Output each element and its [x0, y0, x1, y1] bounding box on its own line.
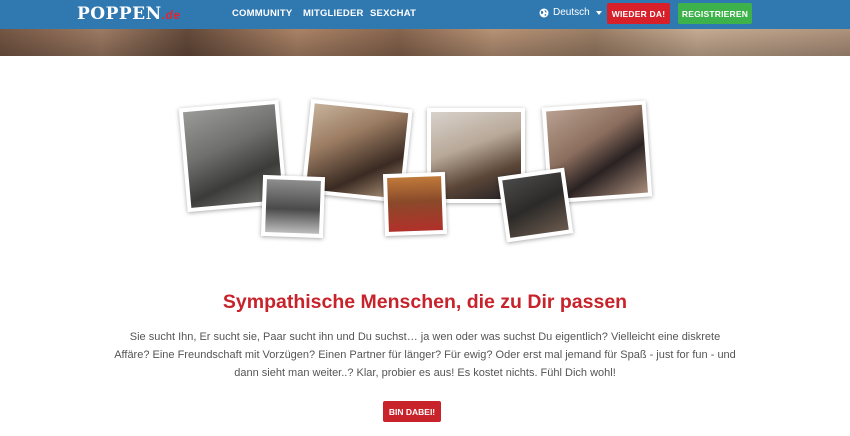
member-photo [260, 174, 326, 239]
page-title: Sympathische Menschen, die zu Dir passen [222, 291, 628, 313]
login-button[interactable]: WIEDER DA! [607, 3, 670, 24]
language-selector[interactable]: Deutsch [539, 7, 602, 19]
logo[interactable]: POPPEN.de [77, 4, 181, 25]
nav-mitglieder[interactable]: MITGLIEDER [303, 8, 364, 20]
hero-image [0, 29, 850, 56]
top-navbar: POPPEN.de COMMUNITY MITGLIEDER SEXCHAT D… [0, 0, 850, 29]
member-photo [382, 171, 448, 237]
language-label: Deutsch [553, 7, 590, 18]
member-photo [497, 167, 574, 243]
nav-sexchat[interactable]: SEXCHAT [370, 8, 416, 20]
nav-community[interactable]: COMMUNITY [232, 8, 292, 20]
logo-text: POPPEN [77, 4, 162, 24]
intro-text: Sie sucht Ihn, Er sucht sie, Paar sucht … [114, 331, 736, 379]
logo-tld: .de [161, 8, 181, 22]
globe-icon [539, 8, 549, 18]
join-button[interactable]: BIN DABEI! [383, 401, 441, 422]
chevron-down-icon [595, 11, 602, 15]
register-button[interactable]: REGISTRIEREN [678, 3, 752, 24]
